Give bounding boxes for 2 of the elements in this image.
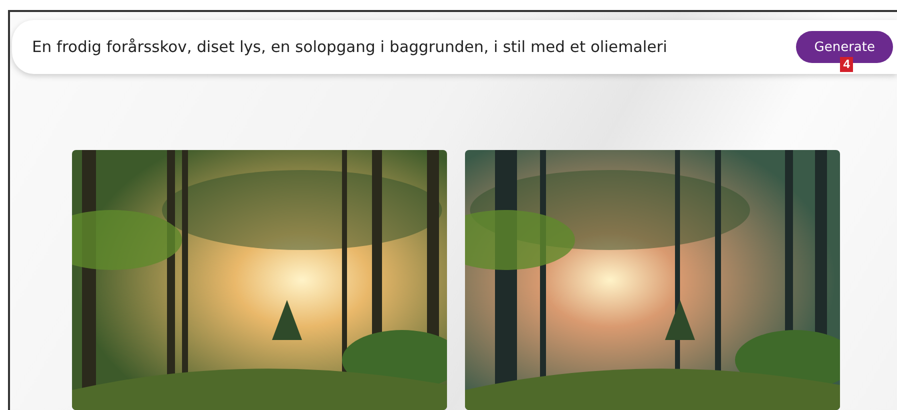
prompt-field[interactable]: En frodig forårsskov, diset lys, en solopgang i baggrunden, i stil med et oliemaleri Generate 4 [12, 20, 897, 74]
callout-badge: 4 [840, 57, 853, 72]
